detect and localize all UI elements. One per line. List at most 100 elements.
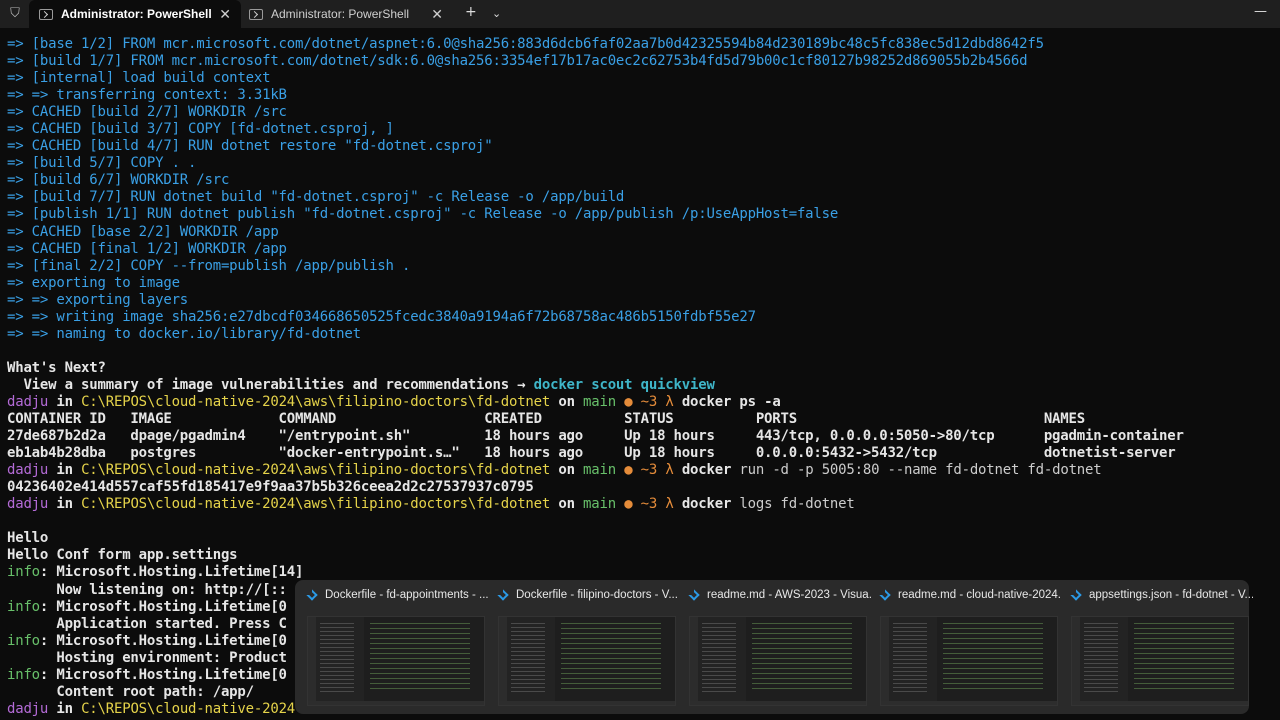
summary-line: View a summary of image vulnerabilities … <box>7 377 1277 394</box>
tab-label: Administrator: PowerShell <box>61 7 212 21</box>
preview-title: Dockerfile - fd-appointments - ... <box>325 589 489 601</box>
prompt-dot: ● <box>615 393 641 410</box>
command-name: docker <box>681 496 732 513</box>
whats-next-heading: What's Next? <box>7 359 106 376</box>
preview-title: Dockerfile - filipino-doctors - V... <box>516 589 678 601</box>
log-text: : Microsoft.Hosting.Lifetime[0 <box>39 598 287 615</box>
prompt-path: C:\REPOS\cloud-native-2024\aws\filipino-… <box>81 462 551 479</box>
log-text: : Microsoft.Hosting.Lifetime[0 <box>39 666 287 683</box>
preview-header: Dockerfile - fd-appointments - ... <box>303 586 489 604</box>
preview-thumbnail <box>307 616 485 706</box>
prompt-in: in <box>48 393 82 410</box>
summary-text: View a summary of image vulnerabilities … <box>7 376 534 393</box>
prompt-on: on <box>550 462 584 479</box>
prompt-line: dadju in C:\REPOS\cloud-native-2024\aws\… <box>7 496 1277 513</box>
build-line: => [build 7/7] RUN dotnet build "fd-dotn… <box>7 189 625 206</box>
new-tab-plus-icon[interactable]: + <box>465 4 477 20</box>
prompt-in: in <box>48 496 82 513</box>
prompt-line: dadju in C:\REPOS\cloud-native-2024\aws\… <box>7 462 1277 479</box>
ps-row: 27de687b2d2a dpage/pgadmin4 "/entrypoint… <box>7 428 1184 445</box>
prompt-dot: ● <box>615 462 641 479</box>
log-output: Hello <box>7 530 49 547</box>
tab-powershell-2[interactable]: Administrator: PowerShell ✕ <box>241 0 453 28</box>
build-line: => CACHED [base 2/2] WORKDIR /app <box>7 223 279 240</box>
prompt-lambda: λ <box>657 393 682 410</box>
prompt-in: in <box>48 700 82 717</box>
tab-powershell-1[interactable]: Administrator: PowerShell ✕ <box>29 0 241 28</box>
preview-header: appsettings.json - fd-dotnet - V... <box>1067 586 1253 604</box>
shield-icon[interactable]: ⛉ <box>6 5 24 23</box>
build-line: => CACHED [build 2/7] WORKDIR /src <box>7 104 287 121</box>
log-level: info <box>7 564 40 581</box>
log-level: info <box>7 598 40 615</box>
build-line: => CACHED [build 4/7] RUN dotnet restore… <box>7 138 493 155</box>
prompt-user: dadju <box>7 462 49 479</box>
preview-title: readme.md - cloud-native-2024... <box>898 589 1062 601</box>
ps-header: CONTAINER ID IMAGE COMMAND CREATED STATU… <box>7 411 1085 428</box>
preview-header: Dockerfile - filipino-doctors - V... <box>494 586 680 604</box>
prompt-user: dadju <box>7 496 49 513</box>
command-text: docker ps -a <box>681 393 781 410</box>
log-text: : Microsoft.Hosting.Lifetime[14] <box>39 564 304 581</box>
close-icon[interactable]: ✕ <box>431 6 443 23</box>
window-preview[interactable]: readme.md - AWS-2023 - Visua... <box>685 586 871 706</box>
build-line: => CACHED [build 3/7] COPY [fd-dotnet.cs… <box>7 121 394 138</box>
prompt-user: dadju <box>7 700 49 717</box>
prompt-branch: main <box>583 496 616 513</box>
title-bar: ⛉ Administrator: PowerShell ✕ Administra… <box>0 0 1280 28</box>
vscode-icon <box>307 589 319 601</box>
powershell-tab-icon <box>39 8 53 20</box>
powershell-tab-icon <box>249 8 263 20</box>
command-name: docker <box>681 462 732 479</box>
window-preview[interactable]: appsettings.json - fd-dotnet - V... <box>1067 586 1253 706</box>
vscode-icon <box>1071 589 1083 601</box>
prompt-path: C:\REPOS\cloud-native-2024 <box>81 700 296 717</box>
prompt-on: on <box>550 393 584 410</box>
prompt-user: dadju <box>7 393 49 410</box>
log-text: : Microsoft.Hosting.Lifetime[0 <box>39 632 287 649</box>
log-line: info: Microsoft.Hosting.Lifetime[14] <box>7 564 1277 581</box>
close-icon[interactable]: ✕ <box>219 6 231 23</box>
build-line: => => writing image sha256:e27dbcdf03466… <box>7 308 756 325</box>
build-line: => exporting to image <box>7 274 180 291</box>
build-line: => => exporting layers <box>7 291 189 308</box>
dropdown-chevron-icon[interactable]: ⌄ <box>492 7 501 20</box>
prompt-path: C:\REPOS\cloud-native-2024\aws\filipino-… <box>81 393 551 410</box>
prompt-in: in <box>48 462 82 479</box>
command-args: logs fd-dotnet <box>731 496 855 513</box>
log-level: info <box>7 632 40 649</box>
preview-title: appsettings.json - fd-dotnet - V... <box>1089 589 1253 601</box>
prompt-ahead: ~3 <box>640 462 658 479</box>
build-line: => [final 2/2] COPY --from=publish /app/… <box>7 257 411 274</box>
preview-title: readme.md - AWS-2023 - Visua... <box>707 589 871 601</box>
window-preview[interactable]: readme.md - cloud-native-2024... <box>876 586 1062 706</box>
ps-row: eb1ab4b28dba postgres "docker-entrypoint… <box>7 445 1176 462</box>
prompt-path: C:\REPOS\cloud-native-2024\aws\filipino-… <box>81 496 551 513</box>
preview-thumbnail <box>498 616 676 706</box>
preview-thumbnail <box>689 616 867 706</box>
build-line: => [build 6/7] WORKDIR /src <box>7 172 230 189</box>
prompt-lambda: λ <box>657 462 682 479</box>
prompt-ahead: ~3 <box>640 496 658 513</box>
log-level: info <box>7 666 40 683</box>
build-line: => [publish 1/1] RUN dotnet publish "fd-… <box>7 206 839 223</box>
prompt-branch: main <box>583 462 616 479</box>
minimize-icon[interactable]: — <box>1254 4 1267 19</box>
summary-command: docker scout quickview <box>533 376 715 393</box>
taskbar-preview-strip: Dockerfile - fd-appointments - ... Docke… <box>295 580 1253 714</box>
preview-header: readme.md - cloud-native-2024... <box>876 586 1062 604</box>
build-line: => [internal] load build context <box>7 70 271 87</box>
window-preview[interactable]: Dockerfile - filipino-doctors - V... <box>494 586 680 706</box>
build-line: => [build 5/7] COPY . . <box>7 155 197 172</box>
tab-label: Administrator: PowerShell <box>271 7 410 21</box>
build-line: => [base 1/2] FROM mcr.microsoft.com/dot… <box>7 36 1044 52</box>
preview-thumbnail <box>880 616 1058 706</box>
build-line: => [build 1/7] FROM mcr.microsoft.com/do… <box>7 53 1028 70</box>
vscode-icon <box>498 589 510 601</box>
build-line: => => transferring context: 3.31kB <box>7 87 287 104</box>
prompt-line: dadju in C:\REPOS\cloud-native-2024\aws\… <box>7 394 1277 411</box>
prompt-lambda: λ <box>657 496 682 513</box>
build-line: => CACHED [final 1/2] WORKDIR /app <box>7 240 287 257</box>
window-preview[interactable]: Dockerfile - fd-appointments - ... <box>303 586 489 706</box>
